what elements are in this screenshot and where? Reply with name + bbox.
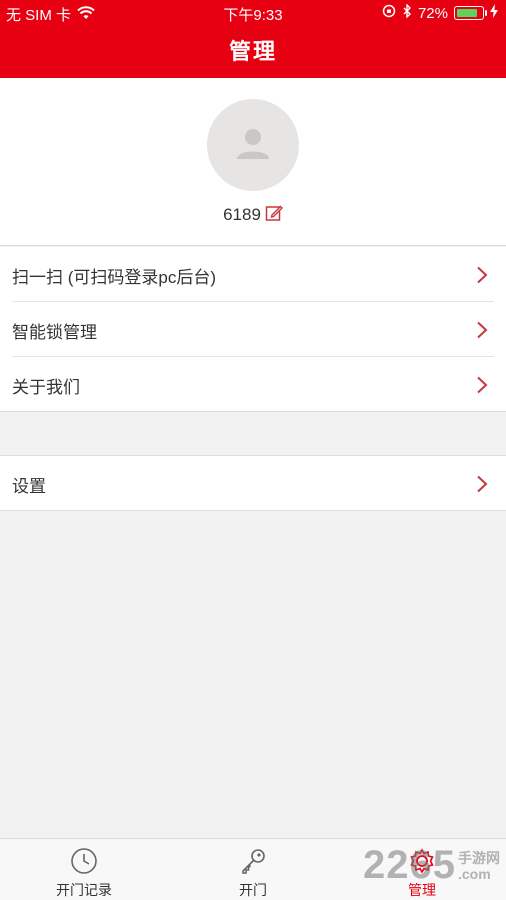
avatar[interactable] [207,99,299,191]
watermark: 2265 手游网 .com [363,843,500,888]
menu-group-primary: 扫一扫 (可扫码登录pc后台) 智能锁管理 关于我们 [0,247,506,412]
chevron-right-icon [476,321,488,344]
menu-group-secondary: 设置 [0,455,506,511]
menu-item-about[interactable]: 关于我们 [0,357,506,412]
status-bar: 无 SIM 卡 下午9:33 72% [0,0,506,26]
key-icon [169,847,337,875]
clock-icon [0,847,168,875]
edit-icon[interactable] [265,204,283,227]
tab-label: 开门 [239,882,267,898]
chevron-right-icon [476,266,488,289]
menu-item-scan[interactable]: 扫一扫 (可扫码登录pc后台) [0,247,506,302]
username-label: 6189 [223,205,261,224]
menu-item-label: 智能锁管理 [12,323,97,342]
tab-label: 开门记录 [56,882,112,898]
menu-item-label: 关于我们 [12,378,80,397]
page-title: 管理 [228,39,277,64]
menu-item-settings[interactable]: 设置 [0,456,506,511]
menu-item-label: 设置 [12,477,46,496]
profile-section: 6189 [0,78,506,246]
username-row: 6189 [0,204,506,227]
chevron-right-icon [476,475,488,498]
tab-records[interactable]: 开门记录 [0,839,168,900]
user-silhouette-icon [237,129,269,159]
watermark-number: 2265 [363,843,456,887]
watermark-domain: .com [458,865,491,882]
watermark-text: 手游网 [458,849,500,866]
menu-item-smart-lock[interactable]: 智能锁管理 [0,302,506,357]
orientation-lock-icon [382,4,396,22]
battery-icon [454,6,487,20]
tab-bar: 开门记录 开门 管理 2265 手游网 .com [0,838,506,900]
header-bar: 无 SIM 卡 下午9:33 72% 管理 [0,0,506,78]
battery-percent: 72% [417,4,448,22]
menu-item-label: 扫一扫 (可扫码登录pc后台) [12,268,216,287]
chevron-right-icon [476,376,488,399]
tab-open[interactable]: 开门 [169,839,337,900]
bluetooth-icon [402,3,412,22]
charging-icon [490,4,498,22]
